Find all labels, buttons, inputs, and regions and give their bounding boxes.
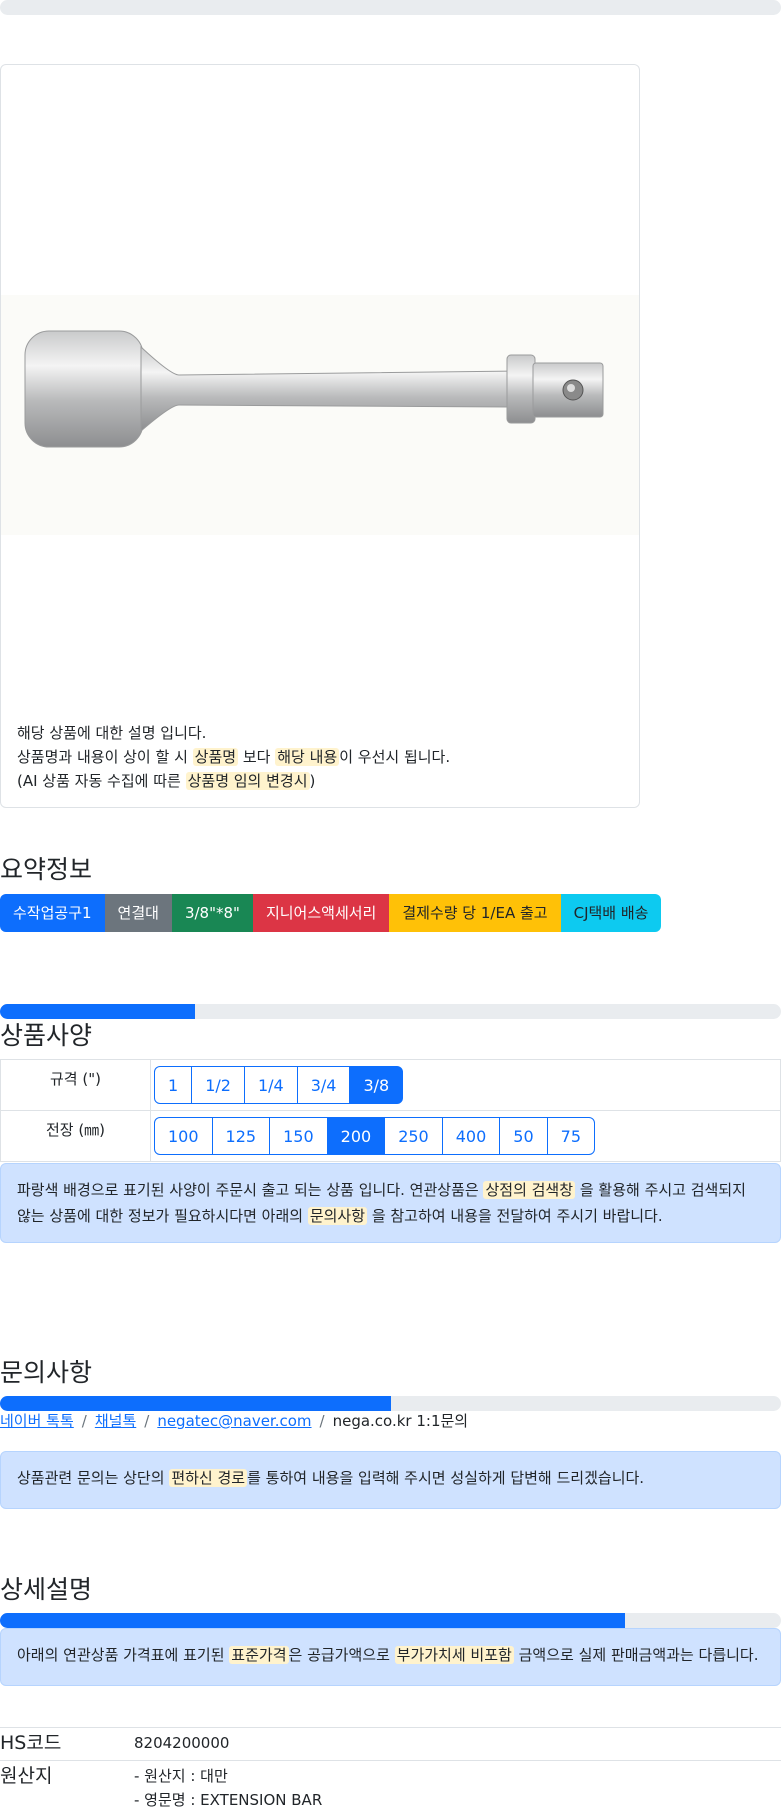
product-card: 해당 상품에 대한 설명 입니다. 상품명과 내용이 상이 할 시 상품명 보다… <box>0 64 640 808</box>
spec-row-length: 전장 (㎜) 100 125 150 200 250 400 50 75 <box>0 1110 781 1162</box>
highlight-vat: 부가가치세 비포함 <box>394 1646 514 1664</box>
length-options: 100 125 150 200 250 400 50 75 <box>154 1117 777 1155</box>
highlight-product-name: 상품명 <box>192 748 239 766</box>
spec-option-button[interactable]: 1/2 <box>191 1066 245 1104</box>
origin-value: - 원산지 : 대만 - 영문명 : EXTENSION BAR <box>134 1764 322 1808</box>
hs-code-value: 8204200000 <box>134 1734 230 1752</box>
inquiry-progress <box>0 1396 781 1411</box>
spec-option-button[interactable]: 400 <box>441 1117 501 1155</box>
badge-quantity: 결제수량 당 1/EA 출고 <box>389 894 561 932</box>
highlight-route: 편하신 경로 <box>169 1469 248 1487</box>
highlight-content: 해당 내용 <box>275 748 340 766</box>
spec-option-button[interactable]: 75 <box>546 1117 595 1155</box>
badge-delivery: CJ택배 배송 <box>560 894 662 932</box>
product-image <box>1 295 639 535</box>
badge-size: 3/8"*8" <box>171 894 253 932</box>
badge-category: 수작업공구1 <box>0 894 105 932</box>
spec-option-button[interactable]: 150 <box>269 1117 328 1155</box>
desc-line-1: 해당 상품에 대한 설명 입니다. <box>17 724 207 742</box>
spec-progress <box>0 1004 781 1019</box>
hs-code-label: HS코드 <box>0 1732 62 1754</box>
summary-badges: 수작업공구1 연결대 3/8"*8" 지니어스액세서리 결제수량 당 1/EA … <box>0 894 662 932</box>
top-bar <box>0 0 781 15</box>
desc-line-2: 상품명과 내용이 상이 할 시 상품명 보다 해당 내용 이 우선시 됩니다. <box>17 748 451 766</box>
spec-title: 상품사양 <box>0 1021 93 1050</box>
spec-option-button[interactable]: 200 <box>326 1117 386 1155</box>
desc-line-3: (AI 상품 자동 수집에 따른 상품명 임의 변경시) <box>17 772 316 790</box>
inquiry-progress-fill <box>0 1396 391 1411</box>
spec-option-button[interactable]: 3/8 <box>349 1066 404 1104</box>
spec-notice: 파랑색 배경으로 표기된 사양이 주문시 출고 되는 상품 입니다. 연관상품은… <box>0 1163 781 1243</box>
inquiry-notice: 상품관련 문의는 상단의 편하신 경로 를 통하여 내용을 입력해 주시면 성실하… <box>0 1451 781 1509</box>
spec-option-button[interactable]: 1/4 <box>243 1066 298 1104</box>
badge-type: 연결대 <box>104 894 172 932</box>
highlight-inquiry: 문의사항 <box>307 1207 368 1225</box>
hs-code-row: HS코드 8204200000 <box>0 1727 781 1760</box>
detail-progress <box>0 1613 781 1628</box>
spec-label-length: 전장 (㎜) <box>0 1110 151 1162</box>
product-description: 해당 상품에 대한 설명 입니다. 상품명과 내용이 상이 할 시 상품명 보다… <box>17 721 450 793</box>
origin-country: - 원산지 : 대만 <box>134 1767 228 1785</box>
spec-option-button[interactable]: 125 <box>211 1117 271 1155</box>
spec-option-button[interactable]: 3/4 <box>296 1066 351 1104</box>
naver-talk-link[interactable]: 네이버 톡톡 <box>0 1412 74 1430</box>
spec-option-button[interactable]: 1 <box>154 1066 193 1104</box>
detail-title: 상세설명 <box>0 1575 93 1604</box>
spec-row-size: 규격 (") 1 1/2 1/4 3/4 3/8 <box>0 1059 781 1111</box>
badge-brand: 지니어스액세서리 <box>252 894 390 932</box>
extension-bar-illustration <box>24 330 604 448</box>
highlight-search: 상점의 검색창 <box>483 1181 576 1199</box>
detail-progress-fill <box>0 1613 625 1628</box>
spec-option-button[interactable]: 100 <box>154 1117 213 1155</box>
spec-label-size: 규격 (") <box>0 1059 151 1111</box>
spec-option-button[interactable]: 50 <box>499 1117 548 1155</box>
origin-label: 원산지 <box>0 1765 53 1787</box>
channel-talk-link[interactable]: 채널톡 <box>95 1412 136 1430</box>
inquiry-links: 네이버 톡톡 / 채널톡 / negatec@naver.com / nega.co.kr … <box>0 1412 469 1430</box>
highlight-standard-price: 표준가격 <box>229 1646 289 1664</box>
spec-table: 규격 (") 1 1/2 1/4 3/4 3/8 전장 (㎜) 100 125 150 200… <box>0 1059 781 1162</box>
detail-notice: 아래의 연관상품 가격표에 표기된 표준가격 은 공급가액으로 부가가치세 비포함… <box>0 1628 781 1686</box>
highlight-name-change: 상품명 임의 변경시 <box>185 772 310 790</box>
email-link[interactable]: negatec@naver.com <box>157 1412 311 1430</box>
spec-option-button[interactable]: 250 <box>384 1117 443 1155</box>
origin-english-name: - 영문명 : EXTENSION BAR <box>134 1791 323 1808</box>
site-inquiry-text: nega.co.kr 1:1문의 <box>332 1412 469 1430</box>
size-options: 1 1/2 1/4 3/4 3/8 <box>154 1066 777 1104</box>
inquiry-title: 문의사항 <box>0 1358 93 1387</box>
summary-title: 요약정보 <box>0 855 93 884</box>
origin-row: 원산지 - 원산지 : 대만 - 영문명 : EXTENSION BAR <box>0 1760 781 1808</box>
